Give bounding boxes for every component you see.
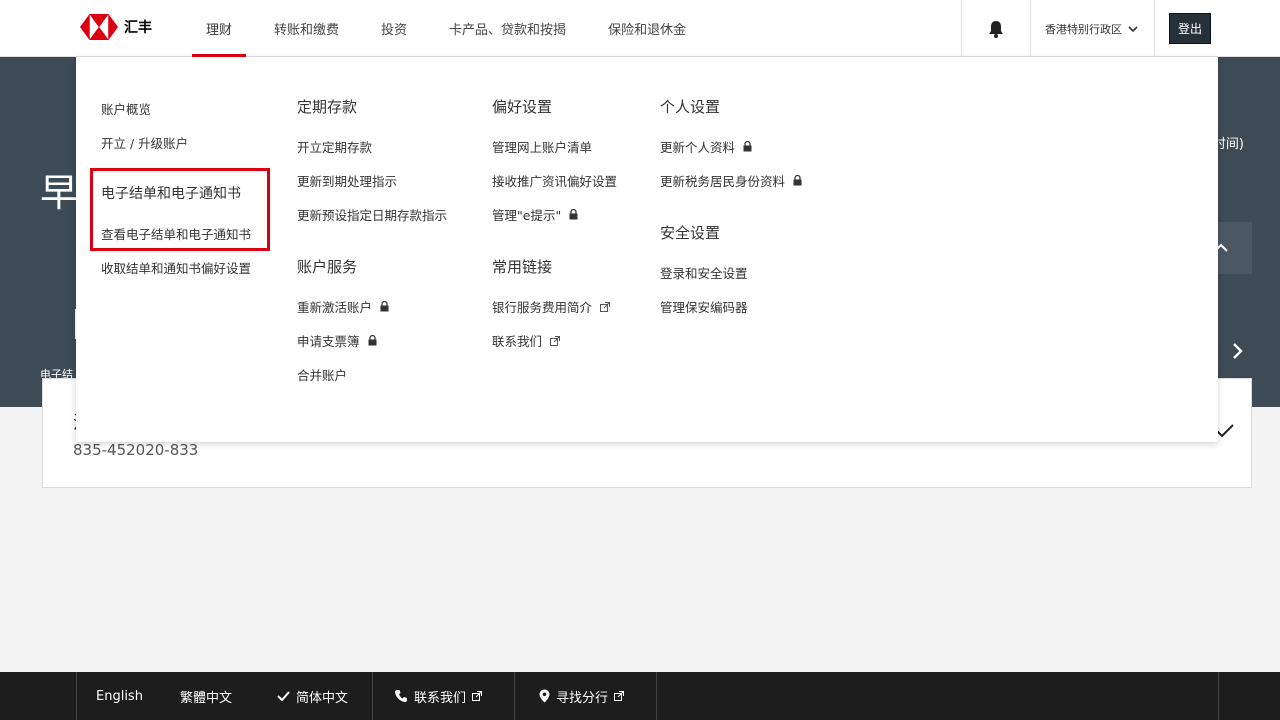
menu-link-manage-security-device[interactable]: 管理保安编码器	[660, 297, 748, 316]
lang-traditional-link[interactable]: 繁體中文	[180, 672, 232, 720]
check-icon	[277, 691, 290, 701]
external-link-icon	[614, 691, 625, 701]
menu-link-request-chequebook[interactable]: 申请支票簿	[297, 331, 377, 350]
menu-link-reactivate-account[interactable]: 重新激活账户	[297, 297, 389, 316]
menu-link-label: 管理"e提示"	[492, 208, 562, 223]
bell-icon	[989, 20, 1003, 38]
external-link-icon	[600, 301, 611, 312]
lang-simplified-link[interactable]: 简体中文	[277, 672, 348, 720]
menu-heading-security-settings: 安全设置	[660, 224, 721, 242]
logout-button[interactable]: 登出	[1168, 13, 1211, 44]
menu-link-label: 更新税务居民身份资料	[660, 174, 786, 189]
region-label: 香港特别行政区	[1045, 22, 1122, 36]
footer-contact-link[interactable]: 联系我们	[394, 672, 483, 720]
menu-link-label: 更新个人资料	[660, 140, 736, 155]
lang-simplified-label: 简体中文	[296, 690, 349, 706]
chevron-right-icon	[1233, 343, 1243, 359]
nav-cards-loans[interactable]: 卡产品、贷款和按揭	[433, 0, 582, 57]
hsbc-logo[interactable]: 汇丰	[80, 14, 152, 40]
menu-link-label: 登录和安全设置	[660, 266, 748, 281]
lock-icon	[569, 209, 578, 220]
footer-branch-label: 寻找分行	[556, 690, 609, 706]
menu-link-label: 联系我们	[492, 334, 543, 349]
menu-heading-quick-links: 常用链接	[492, 258, 553, 276]
menu-link-label: 管理保安编码器	[660, 300, 748, 315]
menu-link-update-personal-info[interactable]: 更新个人资料	[660, 137, 752, 156]
menu-link-login-security[interactable]: 登录和安全设置	[660, 263, 748, 282]
nav-transfers[interactable]: 转账和缴费	[258, 0, 355, 57]
menu-link-label: 开立 / 升级账户	[101, 136, 189, 151]
carousel-next-button[interactable]	[1232, 342, 1244, 364]
greeting-text: 早	[40, 171, 79, 215]
footer-divider	[656, 672, 657, 720]
nav-insurance[interactable]: 保险和退休金	[592, 0, 702, 57]
menu-link-label: 重新激活账户	[297, 300, 373, 315]
menu-link-manage-ealerts[interactable]: 管理"e提示"	[492, 205, 578, 224]
lock-icon	[793, 175, 802, 186]
menu-link-marketing-preferences[interactable]: 接收推广资讯偏好设置	[492, 171, 617, 190]
footer-divider	[372, 672, 373, 720]
footer-divider	[76, 672, 77, 720]
footer-divider	[514, 672, 515, 720]
check-icon	[1216, 424, 1234, 438]
menu-link-label: 收取结单和通知书偏好设置	[101, 261, 252, 276]
nav-wealth[interactable]: 理财	[190, 0, 248, 57]
footer-branch-locator-link[interactable]: 寻找分行	[539, 672, 625, 720]
menu-link-label: 合并账户	[297, 368, 348, 383]
menu-heading-estatements: 电子结单和电子通知书	[101, 186, 241, 202]
wealth-mega-menu: 账户概览 开立 / 升级账户 电子结单和电子通知书 查看电子结单和电子通知书 收…	[76, 57, 1218, 442]
footer-divider	[1218, 672, 1219, 720]
menu-link-contact-us[interactable]: 联系我们	[492, 331, 561, 350]
logout-wrapper: 登出	[1155, 0, 1225, 57]
hsbc-hexagon-icon	[80, 14, 118, 40]
menu-link-open-upgrade-account[interactable]: 开立 / 升级账户	[101, 133, 188, 152]
region-selector[interactable]: 香港特别行政区	[1031, 0, 1155, 57]
menu-link-merge-accounts[interactable]: 合并账户	[297, 365, 347, 384]
lang-english-link[interactable]: English	[96, 672, 143, 720]
menu-heading-preferences: 偏好设置	[492, 98, 553, 116]
menu-link-manage-online-accounts[interactable]: 管理网上账户清单	[492, 137, 592, 156]
menu-link-label: 查看电子结单和电子通知书	[101, 227, 252, 242]
menu-link-label: 更新到期处理指示	[297, 174, 398, 189]
menu-link-statement-preferences[interactable]: 收取结单和通知书偏好设置	[101, 258, 251, 277]
external-link-icon	[472, 691, 483, 701]
menu-link-label: 接收推广资讯偏好设置	[492, 174, 618, 189]
main-nav: 理财 转账和缴费 投资 卡产品、贷款和按揭 保险和退休金	[190, 0, 712, 57]
menu-link-preset-deposit-instructions[interactable]: 更新预设指定日期存款指示	[297, 205, 447, 224]
menu-link-service-fees[interactable]: 银行服务费用简介	[492, 297, 611, 316]
menu-link-label: 账户概览	[101, 102, 152, 117]
lock-icon	[380, 301, 389, 312]
brand-name: 汇丰	[124, 20, 152, 36]
notifications-button[interactable]	[961, 0, 1031, 57]
lock-icon	[368, 335, 377, 346]
menu-link-label: 更新预设指定日期存款指示	[297, 208, 448, 223]
menu-link-label: 银行服务费用简介	[492, 300, 593, 315]
menu-link-label: 开立定期存款	[297, 140, 373, 155]
menu-link-maturity-instructions[interactable]: 更新到期处理指示	[297, 171, 397, 190]
menu-link-label: 管理网上账户清单	[492, 140, 593, 155]
menu-heading-account-services: 账户服务	[297, 258, 358, 276]
footer-bar: English 繁體中文 简体中文 联系我们 寻找分行	[0, 672, 1280, 720]
menu-link-open-time-deposit[interactable]: 开立定期存款	[297, 137, 372, 156]
header-utilities: 香港特别行政区 登出	[961, 0, 1280, 57]
nav-invest[interactable]: 投资	[365, 0, 423, 57]
menu-link-label: 申请支票簿	[297, 334, 360, 349]
menu-link-view-estatements[interactable]: 查看电子结单和电子通知书	[101, 224, 251, 243]
top-navigation-bar: 汇丰 理财 转账和缴费 投资 卡产品、贷款和按揭 保险和退休金 香港特别行政区 …	[0, 0, 1280, 57]
menu-link-account-overview[interactable]: 账户概览	[101, 99, 151, 118]
phone-icon	[395, 690, 407, 702]
account-number: 835-452020-833	[73, 441, 199, 459]
menu-heading-time-deposits: 定期存款	[297, 98, 358, 116]
footer-contact-label: 联系我们	[414, 690, 467, 706]
external-link-icon	[550, 335, 561, 346]
menu-link-update-tax-residency[interactable]: 更新税务居民身份资料	[660, 171, 802, 190]
chevron-down-icon	[1128, 25, 1138, 32]
lock-icon	[743, 141, 752, 152]
location-pin-icon	[539, 689, 550, 703]
menu-heading-personal-settings: 个人设置	[660, 98, 721, 116]
